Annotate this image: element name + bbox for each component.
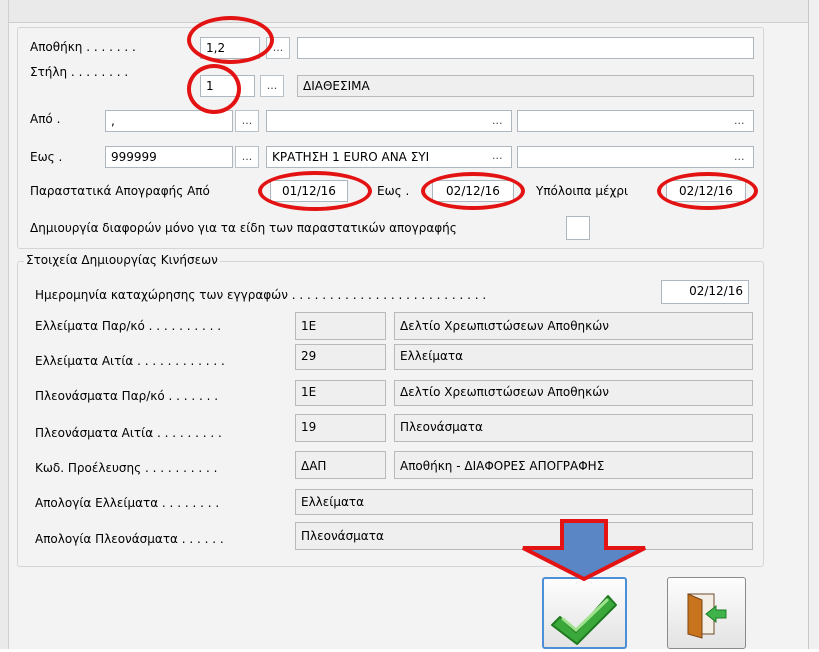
warehouse-input[interactable]: 1,2 xyxy=(200,37,260,59)
from-extra-button[interactable]: ... xyxy=(734,114,745,127)
shortage-doc-desc: Δελτίο Χρεωπιστώσεων Αποθηκών xyxy=(394,312,753,340)
shortage-explanation-label: Απολογία Ελλείματα . . . . . . . . xyxy=(35,496,220,510)
docs-to-label: Εως . xyxy=(377,184,410,198)
surplus-explanation-label: Απολογία Πλεονάσματα . . . . . . xyxy=(35,532,224,546)
from-label: Από . xyxy=(30,112,61,126)
to-extra-button[interactable]: ... xyxy=(734,150,745,163)
window-left-frame xyxy=(0,0,9,649)
surplus-reason-label: Πλεονάσματα Αιτία . . . . . . . . . xyxy=(35,426,222,440)
shortage-reason-code[interactable]: 29 xyxy=(295,344,386,370)
shortage-explanation-input[interactable]: Ελλείματα xyxy=(295,489,753,515)
from-description[interactable] xyxy=(266,110,512,132)
shortage-doc-code[interactable]: 1Ε xyxy=(295,312,386,340)
balances-until-label: Υπόλοιπα μέχρι xyxy=(536,184,629,198)
surplus-reason-code[interactable]: 19 xyxy=(295,414,386,442)
to-description[interactable]: ΚΡΑΤΗΣΗ 1 EURO ΑΝΑ ΣΥΙ xyxy=(266,146,512,168)
to-input[interactable]: 999999 xyxy=(105,146,233,168)
ok-button[interactable] xyxy=(542,577,627,649)
surplus-doc-desc: Δελτίο Χρεωπιστώσεων Αποθηκών xyxy=(394,380,753,406)
window-top-frame xyxy=(0,0,819,23)
docs-to-date[interactable]: 02/12/16 xyxy=(432,180,514,202)
down-arrow-icon xyxy=(522,519,646,582)
from-input[interactable]: , xyxy=(105,110,233,132)
to-label: Εως . xyxy=(30,150,63,164)
diff-only-checkbox[interactable] xyxy=(566,216,590,240)
origin-code[interactable]: ΔΑΠ xyxy=(295,451,386,479)
origin-code-label: Κωδ. Προέλευσης . . . . . . . . . . xyxy=(35,461,218,475)
balances-until-date[interactable]: 02/12/16 xyxy=(666,180,746,202)
origin-desc: Αποθήκη - ΔΙΑΦΟΡΕΣ ΑΠΟΓΡΑΦΗΣ xyxy=(394,451,753,479)
docs-from-label: Παραστατικά Απογραφής Από xyxy=(30,184,210,198)
warehouse-label: Αποθήκη . . . . . . . xyxy=(30,40,136,54)
surplus-doc-label: Πλεονάσματα Παρ/κό . . . . . . . xyxy=(35,389,219,403)
green-checkmark-icon xyxy=(551,595,617,645)
column-lookup-button[interactable]: ... xyxy=(260,75,284,97)
to-extra[interactable] xyxy=(517,146,754,168)
docs-from-date[interactable]: 01/12/16 xyxy=(270,180,348,202)
posting-date-input[interactable]: 02/12/16 xyxy=(661,280,749,304)
window-right-frame xyxy=(808,0,819,649)
dialog-window: Αποθήκη . . . . . . . 1,2 ... Στήλη . . … xyxy=(0,0,819,649)
exit-button[interactable] xyxy=(667,577,746,649)
diff-only-label: Δημιουργία διαφορών μόνο για τα είδη των… xyxy=(30,221,457,235)
from-description-button[interactable]: ... xyxy=(492,114,503,127)
warehouse-description[interactable] xyxy=(297,37,754,59)
posting-date-label: Ημερομηνία καταχώρησης των εγγραφών . . … xyxy=(35,288,487,302)
column-description: ΔΙΑΘΕΣΙΜΑ xyxy=(297,75,754,97)
shortage-doc-label: Ελλείματα Παρ/κό . . . . . . . . . . xyxy=(35,319,222,333)
column-input[interactable]: 1 xyxy=(200,75,255,97)
exit-door-icon xyxy=(687,593,727,639)
surplus-reason-desc: Πλεονάσματα xyxy=(394,414,753,442)
from-extra[interactable] xyxy=(517,110,754,132)
filters-group xyxy=(17,27,764,249)
column-label: Στήλη . . . . . . . . xyxy=(30,65,129,79)
from-lookup-button[interactable]: ... xyxy=(235,110,259,132)
movements-title: Στοιχεία Δημιουργίας Κινήσεων xyxy=(24,253,220,267)
warehouse-lookup-button[interactable]: ... xyxy=(266,37,290,59)
to-lookup-button[interactable]: ... xyxy=(235,146,259,168)
to-description-button[interactable]: ... xyxy=(492,149,503,162)
shortage-reason-desc: Ελλείματα xyxy=(394,344,753,370)
shortage-reason-label: Ελλείματα Αιτία . . . . . . . . . . . . xyxy=(35,354,225,368)
surplus-doc-code[interactable]: 1Ε xyxy=(295,380,386,406)
